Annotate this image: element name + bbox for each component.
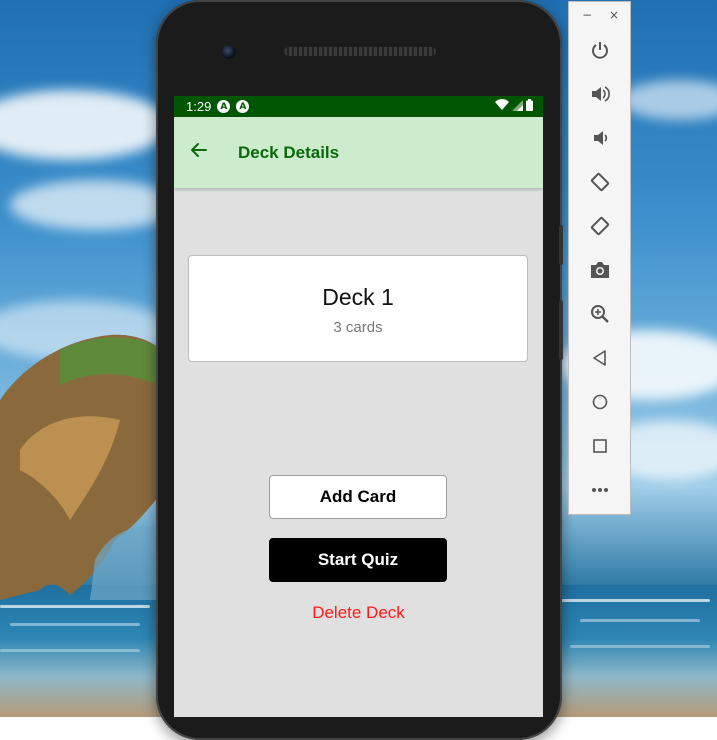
volume-down-icon [594, 131, 608, 145]
zoom-icon [591, 305, 609, 323]
more-button[interactable] [586, 476, 614, 504]
volume-up-button[interactable] [586, 80, 614, 108]
nav-home-button[interactable] [586, 388, 614, 416]
minimize-button[interactable]: − [582, 8, 592, 22]
rotate-right-icon [590, 216, 610, 236]
notification-icon: A [217, 100, 231, 113]
emulator-toolbar: − × [568, 1, 631, 515]
rotate-right-button[interactable] [586, 212, 614, 240]
rotate-left-button[interactable] [586, 168, 614, 196]
wifi-icon [495, 99, 509, 110]
deck-card-count: 3 cards [333, 319, 383, 336]
more-icon [592, 488, 608, 492]
volume-rocker [559, 225, 563, 265]
overview-icon [593, 439, 607, 453]
rock-arch-image [0, 334, 170, 600]
notification-icon: A [236, 100, 250, 113]
signal-icon [512, 99, 523, 111]
deck-card: Deck 1 3 cards [188, 255, 528, 362]
add-card-button[interactable]: Add Card [269, 475, 447, 519]
close-button[interactable]: × [609, 8, 619, 22]
app-screen: 1:29 A A Deck Details Deck 1 3 cards Add… [174, 96, 543, 717]
back-button[interactable] [186, 137, 212, 163]
start-quiz-button[interactable]: Start Quiz [269, 538, 447, 582]
delete-deck-button[interactable]: Delete Deck [174, 603, 543, 623]
home-icon [592, 394, 608, 410]
rotate-left-icon [590, 172, 610, 192]
battery-icon [526, 99, 533, 111]
earpiece-speaker [284, 47, 436, 56]
page-title: Deck Details [238, 143, 340, 162]
volume-up-icon [592, 86, 610, 102]
front-camera [222, 45, 236, 59]
status-bar: 1:29 A A [174, 96, 543, 117]
power-button[interactable] [586, 36, 614, 64]
volume-down-button[interactable] [586, 124, 614, 152]
side-button [559, 300, 563, 360]
camera-icon [591, 262, 609, 278]
nav-overview-button[interactable] [586, 432, 614, 460]
arrow-left-icon [191, 143, 207, 157]
zoom-button[interactable] [586, 300, 614, 328]
app-bar: Deck Details [174, 117, 543, 188]
power-icon [592, 42, 608, 59]
deck-name: Deck 1 [322, 284, 394, 310]
toolbar-window-controls: − × [569, 6, 630, 26]
status-time: 1:29 [186, 99, 212, 114]
nav-back-button[interactable] [586, 344, 614, 372]
screenshot-button[interactable] [586, 256, 614, 284]
back-icon [593, 350, 606, 366]
